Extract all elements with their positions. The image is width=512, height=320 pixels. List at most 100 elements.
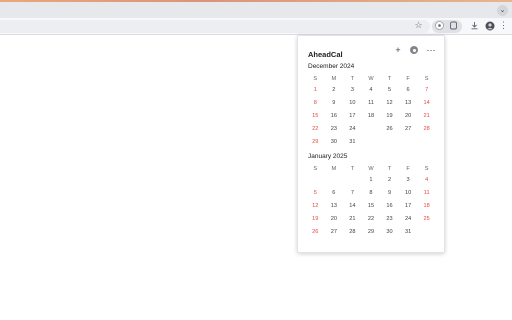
profile-icon (485, 21, 494, 30)
day-cell[interactable]: 19 (380, 110, 399, 123)
plus-icon: + (395, 45, 401, 55)
day-cell[interactable]: 15 (306, 110, 325, 123)
download-icon (471, 22, 478, 30)
day-cell[interactable]: 26 (306, 226, 325, 239)
day-cell[interactable]: 28 (343, 226, 362, 239)
day-cell[interactable]: 17 (399, 200, 418, 213)
day-cell[interactable]: 3 (399, 174, 418, 187)
day-cell[interactable]: 10 (399, 187, 418, 200)
day-cell[interactable]: 28 (417, 123, 436, 136)
settings-button[interactable] (408, 44, 420, 56)
day-cell[interactable]: 17 (343, 110, 362, 123)
weekday-label: M (331, 76, 337, 82)
day-cell[interactable]: 26 (380, 123, 399, 136)
browser-toolbar: ☆ ⋮ (0, 18, 512, 35)
month-grid: S M T W T F S 1 2 3 4 5 6 7 8 9 10 11 12 (306, 164, 436, 239)
day-cell[interactable]: 29 (306, 136, 325, 149)
weekday-label: T (387, 76, 392, 82)
week-row: 15 16 17 18 19 20 21 (306, 110, 436, 123)
day-cell[interactable]: 14 (417, 97, 436, 110)
day-cell[interactable]: 4 (362, 84, 381, 97)
gear-icon (410, 46, 418, 54)
day-cell[interactable]: 8 (362, 187, 381, 200)
add-event-button[interactable]: + (392, 44, 404, 56)
day-cell[interactable]: 23 (325, 123, 344, 136)
day-cell[interactable]: 31 (399, 226, 418, 239)
day-cell[interactable]: 18 (362, 110, 381, 123)
week-row: 26 27 28 29 30 31 (306, 226, 436, 239)
day-cell[interactable]: 7 (417, 84, 436, 97)
day-cell[interactable]: 9 (380, 187, 399, 200)
day-cell[interactable]: 5 (380, 84, 399, 97)
day-cell[interactable]: 15 (362, 200, 381, 213)
weekday-label: S (313, 76, 318, 82)
day-cell[interactable]: 22 (306, 123, 325, 136)
today-label: 25 (367, 126, 375, 132)
day-cell[interactable]: 19 (306, 213, 325, 226)
month-grid: S M T W T F S 1 2 3 4 5 6 7 8 9 10 11 12… (306, 74, 436, 149)
weekday-label: S (424, 166, 429, 172)
day-cell[interactable]: 13 (399, 97, 418, 110)
app-shortcut-button[interactable] (447, 19, 460, 32)
day-cell[interactable]: 6 (325, 187, 344, 200)
day-cell[interactable]: 7 (343, 187, 362, 200)
day-cell[interactable]: 13 (325, 200, 344, 213)
day-cell[interactable]: 3 (343, 84, 362, 97)
more-options-button[interactable]: ⋯ (425, 44, 437, 56)
downloads-button[interactable] (468, 19, 481, 32)
day-cell[interactable]: 2 (325, 84, 344, 97)
profile-button[interactable] (483, 19, 496, 32)
day-cell[interactable]: 10 (343, 97, 362, 110)
day-cell[interactable]: 1 (362, 174, 381, 187)
day-cell[interactable]: 27 (325, 226, 344, 239)
day-cell[interactable]: 12 (380, 97, 399, 110)
today-day-cell[interactable]: 25 (362, 123, 381, 136)
app-title: AheadCal (308, 50, 343, 59)
day-cell[interactable]: 6 (399, 84, 418, 97)
day-cell[interactable]: 1 (306, 84, 325, 97)
aheadcal-extension-button[interactable] (433, 19, 446, 32)
weekday-header-row: S M T W T F S (306, 74, 436, 84)
address-bar[interactable] (0, 20, 430, 33)
day-cell[interactable]: 18 (417, 200, 436, 213)
day-cell[interactable]: 30 (380, 226, 399, 239)
bookmark-star-button[interactable]: ☆ (412, 19, 425, 32)
day-cell[interactable]: 11 (362, 97, 381, 110)
day-cell[interactable]: 4 (417, 174, 436, 187)
week-row: 5 6 7 8 9 10 11 (306, 187, 436, 200)
day-cell[interactable]: 2 (380, 174, 399, 187)
day-cell[interactable]: 8 (306, 97, 325, 110)
day-cell[interactable]: 23 (380, 213, 399, 226)
browser-menu-button[interactable]: ⋮ (497, 19, 510, 32)
day-cell[interactable]: 31 (343, 136, 362, 149)
weekday-label: T (350, 166, 355, 172)
day-cell[interactable]: 29 (362, 226, 381, 239)
day-cell[interactable]: 21 (343, 213, 362, 226)
day-cell[interactable]: 5 (306, 187, 325, 200)
day-cell[interactable]: 25 (417, 213, 436, 226)
app-icon (450, 21, 457, 30)
day-cell[interactable]: 21 (417, 110, 436, 123)
day-cell[interactable]: 27 (399, 123, 418, 136)
week-row: 22 23 24 25 26 27 28 (306, 123, 436, 136)
day-cell[interactable]: 22 (362, 213, 381, 226)
day-cell[interactable]: 20 (399, 110, 418, 123)
day-cell (417, 136, 436, 149)
extension-icon (435, 21, 444, 30)
day-cell[interactable]: 14 (343, 200, 362, 213)
tab-search-button[interactable]: ⌄ (497, 5, 508, 16)
weekday-header-row: S M T W T F S (306, 164, 436, 174)
weekday-label: W (368, 166, 374, 172)
day-cell[interactable]: 16 (380, 200, 399, 213)
week-row: 1 2 3 4 (306, 174, 436, 187)
day-cell[interactable]: 24 (399, 213, 418, 226)
popup-header: AheadCal + ⋯ (308, 44, 437, 59)
day-cell[interactable]: 16 (325, 110, 344, 123)
day-cell[interactable]: 12 (306, 200, 325, 213)
day-cell[interactable]: 20 (325, 213, 344, 226)
day-cell[interactable]: 30 (325, 136, 344, 149)
day-cell[interactable]: 11 (417, 187, 436, 200)
day-cell[interactable]: 9 (325, 97, 344, 110)
day-cell (325, 174, 344, 187)
day-cell[interactable]: 24 (343, 123, 362, 136)
